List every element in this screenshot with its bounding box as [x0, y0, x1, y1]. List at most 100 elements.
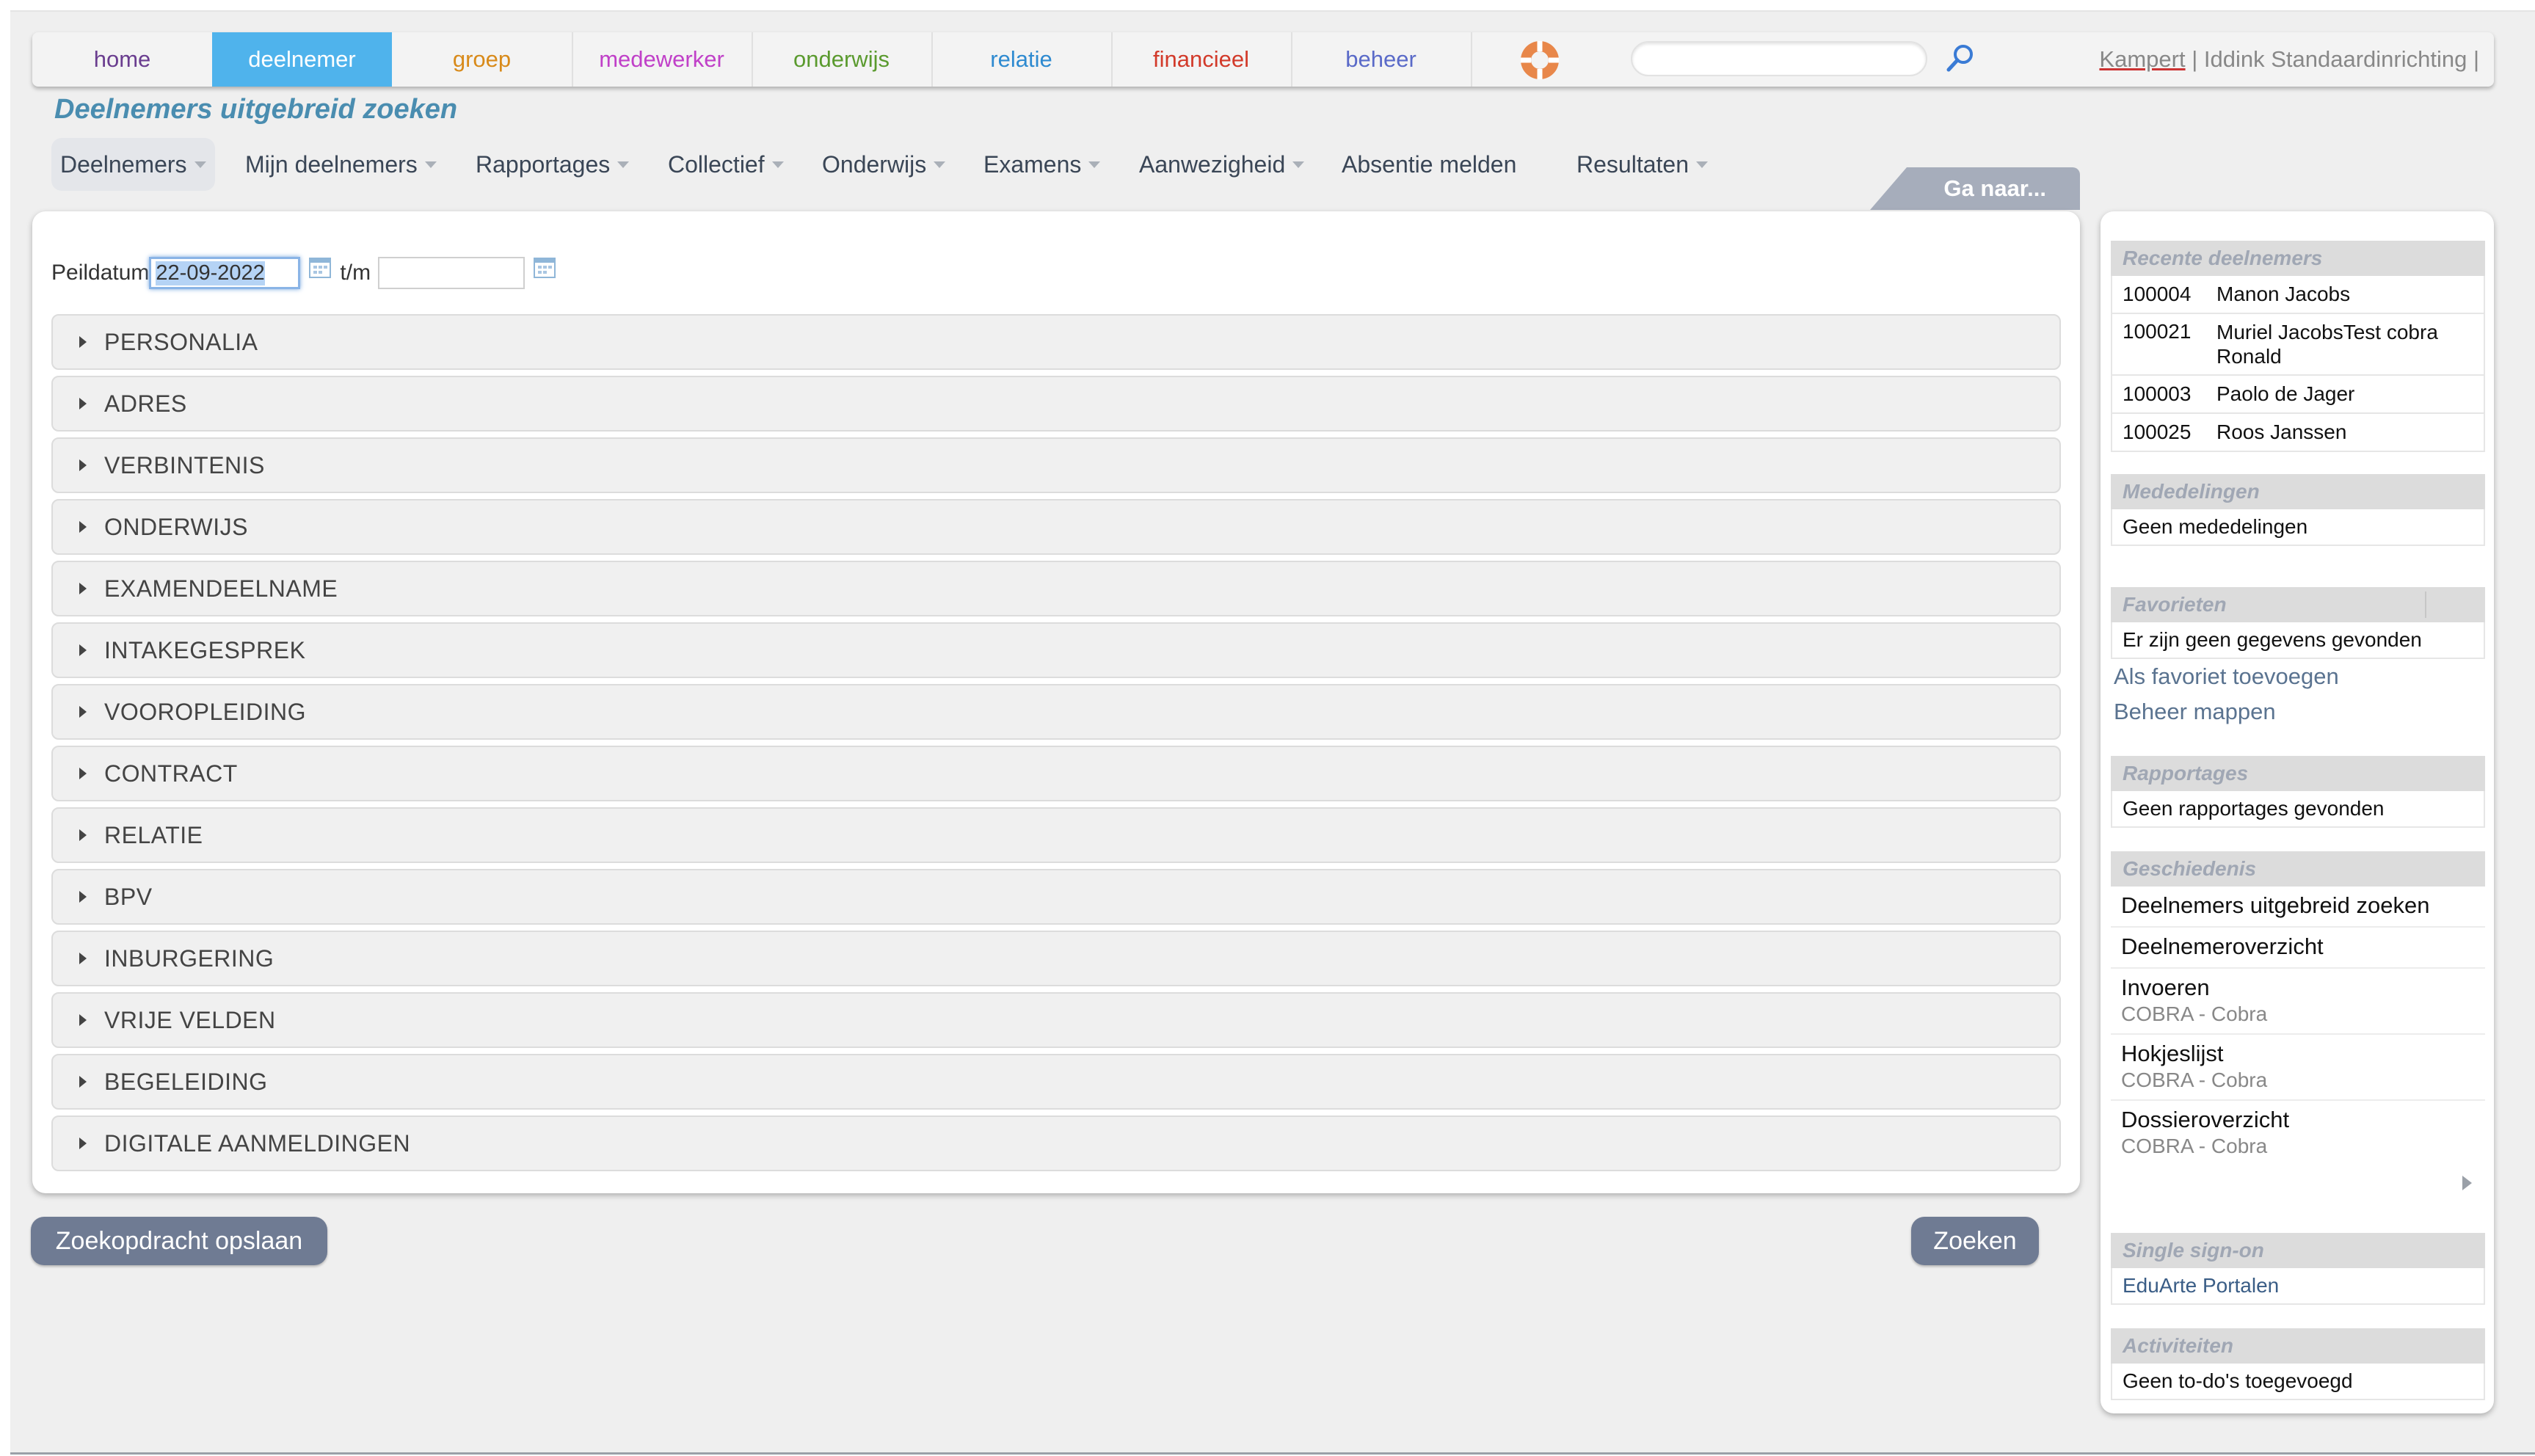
- section-vrije-velden[interactable]: VRIJE VELDEN: [51, 992, 2061, 1048]
- submenu-absentie-melden[interactable]: Absentie melden: [1342, 138, 1516, 191]
- history-next-arrow-icon[interactable]: [2462, 1176, 2472, 1190]
- submenu-aanwezigheid[interactable]: Aanwezigheid: [1139, 138, 1305, 191]
- section-label: INTAKEGESPREK: [104, 636, 306, 663]
- history-subtitle: COBRA - Cobra: [2121, 1002, 2268, 1025]
- submenu-examens[interactable]: Examens: [983, 138, 1101, 191]
- history-item[interactable]: Deelnemers uitgebreid zoeken: [2111, 887, 2485, 928]
- geschiedenis-panel: Geschiedenis Deelnemers uitgebreid zoeke…: [2111, 851, 2485, 1190]
- mededelingen-empty: Geen mededelingen: [2111, 509, 2485, 546]
- recent-row[interactable]: 100004 Manon Jacobs: [2111, 276, 2485, 314]
- chevron-down-icon: [617, 161, 630, 168]
- ga-naar-button[interactable]: Ga naar...: [1870, 167, 2080, 210]
- calendar-icon[interactable]: [532, 255, 557, 280]
- student-number: 100004: [2123, 283, 2192, 305]
- sidebar: Recente deelnemers 100004 Manon Jacobs 10…: [2101, 211, 2494, 1413]
- chevron-down-icon: [194, 161, 206, 168]
- tab-deelnemer[interactable]: deelnemer: [212, 32, 392, 87]
- save-search-button[interactable]: Zoekopdracht opslaan: [31, 1217, 327, 1265]
- chevron-down-icon: [1088, 161, 1101, 168]
- history-item[interactable]: Invoeren COBRA - Cobra: [2111, 969, 2485, 1035]
- tm-date-field[interactable]: [378, 257, 525, 289]
- location-link[interactable]: Kampert: [2099, 46, 2185, 73]
- tab-beheer[interactable]: beheer: [1291, 32, 1472, 87]
- section-label: INBURGERING: [104, 944, 274, 972]
- expand-arrow-icon: [79, 891, 87, 903]
- section-label: BEGELEIDING: [104, 1068, 268, 1095]
- calendar-icon[interactable]: [308, 255, 332, 280]
- section-begeleiding[interactable]: BEGELEIDING: [51, 1054, 2061, 1110]
- expand-arrow-icon: [79, 768, 87, 779]
- expand-arrow-icon: [79, 953, 87, 964]
- top-navigation: home deelnemer groep medewerker onderwij…: [32, 32, 2494, 87]
- mededelingen-heading: Mededelingen: [2111, 474, 2485, 509]
- tab-relatie[interactable]: relatie: [931, 32, 1113, 87]
- chevron-down-icon: [1695, 161, 1708, 168]
- section-label: RELATIE: [104, 821, 203, 848]
- submenu-onderwijs[interactable]: Onderwijs: [822, 138, 946, 191]
- submenu-deelnemers[interactable]: Deelnemers: [51, 138, 215, 191]
- expand-arrow-icon: [79, 521, 87, 533]
- section-contract[interactable]: CONTRACT: [51, 746, 2061, 801]
- section-bpv[interactable]: BPV: [51, 869, 2061, 925]
- search-button[interactable]: Zoeken: [1911, 1217, 2039, 1265]
- manage-folders-link[interactable]: Beheer mappen: [2111, 694, 2485, 729]
- section-vooropleiding[interactable]: VOOROPLEIDING: [51, 684, 2061, 740]
- expand-arrow-icon: [79, 1076, 87, 1088]
- peildatum-field[interactable]: 22-09-2022: [149, 257, 301, 289]
- chevron-down-icon: [934, 161, 946, 168]
- student-number: 100025: [2123, 421, 2192, 443]
- history-title: Dossieroverzicht: [2121, 1107, 2290, 1132]
- recent-row[interactable]: 100021 Muriel JacobsTest cobra Ronald: [2111, 314, 2485, 376]
- tab-home[interactable]: home: [32, 32, 214, 87]
- history-item[interactable]: Deelnemeroverzicht: [2111, 928, 2485, 969]
- search-panel: Peildatum 22-09-2022 t/m PERSONALIA ADRE…: [32, 211, 2080, 1193]
- section-examendeelname[interactable]: EXAMENDEELNAME: [51, 561, 2061, 616]
- student-name: Roos Janssen: [2216, 421, 2347, 443]
- history-item[interactable]: Hokjeslijst COBRA - Cobra: [2111, 1035, 2485, 1101]
- submenu-collectief[interactable]: Collectief: [668, 138, 784, 191]
- favorieten-heading: Favorieten: [2111, 587, 2485, 622]
- eduarte-portalen-link[interactable]: EduArte Portalen: [2111, 1268, 2485, 1305]
- recent-row[interactable]: 100003 Paolo de Jager: [2111, 376, 2485, 414]
- section-onderwijs[interactable]: ONDERWIJS: [51, 499, 2061, 555]
- activiteiten-panel: Activiteiten Geen to-do's toegevoegd: [2111, 1328, 2485, 1400]
- section-adres[interactable]: ADRES: [51, 376, 2061, 432]
- recent-row[interactable]: 100025 Roos Janssen: [2111, 414, 2485, 452]
- chevron-down-icon: [771, 161, 784, 168]
- help-lifebuoy-icon[interactable]: [1518, 38, 1562, 82]
- search-icon[interactable]: [1941, 40, 1980, 79]
- section-label: BPV: [104, 883, 153, 910]
- history-title: Deelnemers uitgebreid zoeken: [2121, 892, 2430, 918]
- rapportages-panel: Rapportages Geen rapportages gevonden: [2111, 756, 2485, 828]
- peildatum-label: Peildatum: [51, 261, 150, 285]
- student-number: 100003: [2123, 382, 2192, 405]
- section-label: DIGITALE AANMELDINGEN: [104, 1129, 411, 1157]
- tab-groep[interactable]: groep: [392, 32, 573, 87]
- section-verbintenis[interactable]: VERBINTENIS: [51, 437, 2061, 493]
- submenu-resultaten[interactable]: Resultaten: [1576, 138, 1708, 191]
- add-favorite-link[interactable]: Als favoriet toevoegen: [2111, 659, 2485, 694]
- submenu-label: Collectief: [668, 150, 765, 178]
- submenu-mijn-deelnemers[interactable]: Mijn deelnemers: [245, 138, 437, 191]
- section-intakegesprek[interactable]: INTAKEGESPREK: [51, 622, 2061, 678]
- mededelingen-panel: Mededelingen Geen mededelingen: [2111, 474, 2485, 546]
- favorieten-empty: Er zijn geen gegevens gevonden: [2111, 622, 2485, 659]
- section-relatie[interactable]: RELATIE: [51, 807, 2061, 863]
- tab-medewerker[interactable]: medewerker: [572, 32, 753, 87]
- submenu-label: Aanwezigheid: [1139, 150, 1286, 178]
- history-title: Invoeren: [2121, 975, 2210, 1000]
- history-item[interactable]: Dossieroverzicht COBRA - Cobra: [2111, 1101, 2485, 1167]
- tab-onderwijs[interactable]: onderwijs: [752, 32, 933, 87]
- section-label: ONDERWIJS: [104, 513, 248, 540]
- search-input[interactable]: [1631, 41, 1927, 76]
- section-inburgering[interactable]: INBURGERING: [51, 931, 2061, 986]
- history-subtitle: COBRA - Cobra: [2121, 1135, 2268, 1157]
- section-digitale-aanmeldingen[interactable]: DIGITALE AANMELDINGEN: [51, 1115, 2061, 1171]
- tab-financieel[interactable]: financieel: [1111, 32, 1292, 87]
- expand-arrow-icon: [79, 644, 87, 656]
- submenu-rapportages[interactable]: Rapportages: [476, 138, 630, 191]
- peildatum-row: Peildatum 22-09-2022 t/m: [51, 252, 564, 294]
- section-personalia[interactable]: PERSONALIA: [51, 314, 2061, 370]
- tm-label: t/m: [340, 261, 371, 285]
- sso-heading: Single sign-on: [2111, 1233, 2485, 1268]
